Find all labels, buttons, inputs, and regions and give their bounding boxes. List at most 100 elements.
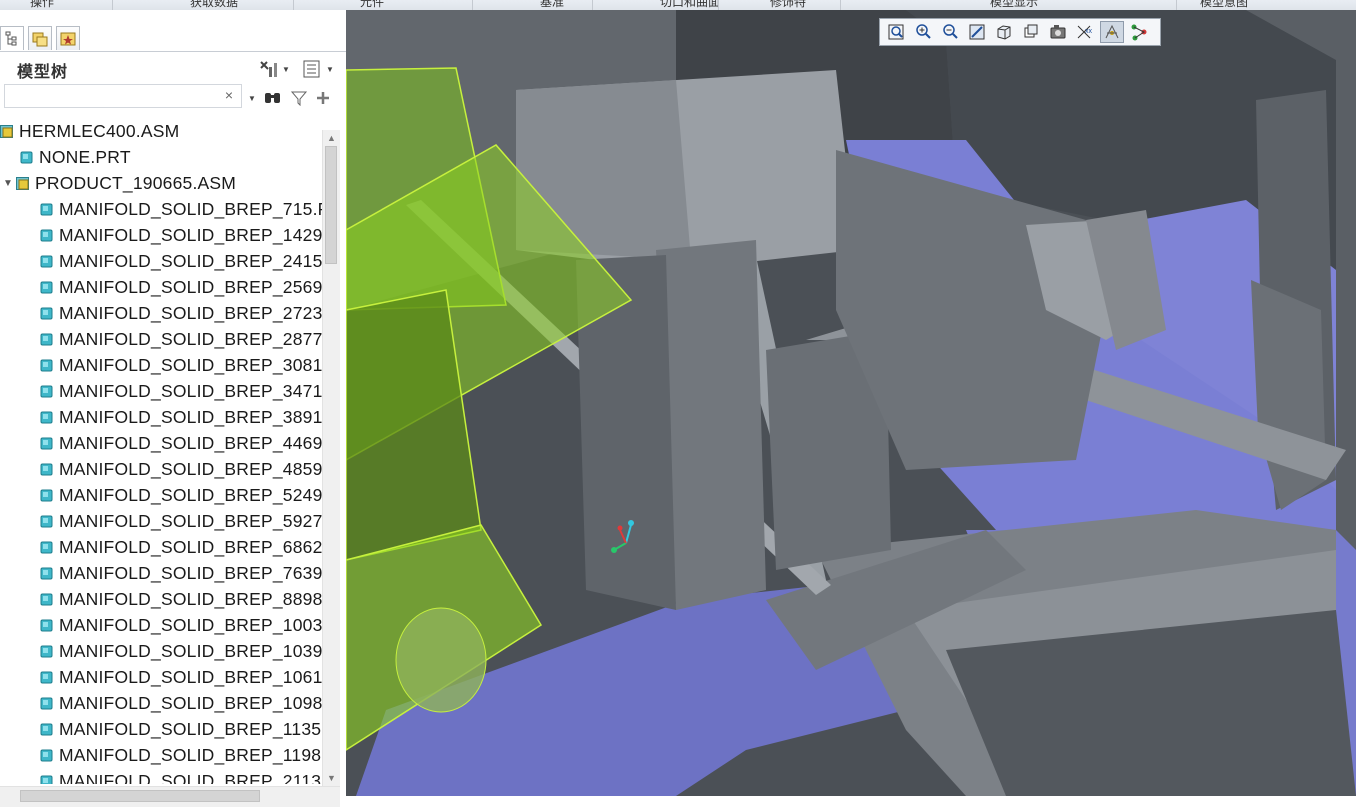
zoom-out-button[interactable] xyxy=(938,21,962,43)
ribbon-separator xyxy=(293,0,294,10)
ribbon-separator xyxy=(840,0,841,10)
part-icon xyxy=(40,489,53,501)
part-icon xyxy=(40,541,53,553)
part-icon xyxy=(20,151,33,163)
ribbon-tab[interactable]: 修饰特 xyxy=(770,0,806,9)
part-icon xyxy=(40,697,53,709)
tree-node[interactable]: MANIFOLD_SOLID_BREP_5927 xyxy=(0,508,322,534)
refit-button[interactable] xyxy=(884,21,908,43)
ribbon-separator xyxy=(112,0,113,10)
ribbon-tab[interactable]: 操作 xyxy=(30,0,54,9)
zoom-in-icon xyxy=(916,24,931,39)
tree-node[interactable]: MANIFOLD_SOLID_BREP_2569 xyxy=(0,274,322,300)
ribbon-separator xyxy=(718,0,719,10)
tree-node[interactable]: MANIFOLD_SOLID_BREP_4469 xyxy=(0,430,322,456)
tree-node[interactable]: MANIFOLD_SOLID_BREP_3471 xyxy=(0,378,322,404)
tree-node[interactable]: MANIFOLD_SOLID_BREP_6862 xyxy=(0,534,322,560)
part-icon xyxy=(40,723,53,735)
tree-node[interactable]: MANIFOLD_SOLID_BREP_4859 xyxy=(0,456,322,482)
tree-node[interactable]: MANIFOLD_SOLID_BREP_1429 xyxy=(0,222,322,248)
zoom-in-button[interactable] xyxy=(911,21,935,43)
part-icon xyxy=(40,307,53,319)
repaint-button[interactable] xyxy=(965,21,989,43)
scrollbar-thumb[interactable] xyxy=(20,790,260,802)
saved-orientations-icon xyxy=(1024,24,1038,38)
chevron-down-icon: ▼ xyxy=(282,64,290,74)
tree-node[interactable]: MANIFOLD_SOLID_BREP_3081 xyxy=(0,352,322,378)
tree-show-dropdown[interactable]: ▼ xyxy=(302,58,334,80)
tree-node[interactable]: NONE.PRT xyxy=(0,144,322,170)
tab-folder-browser[interactable] xyxy=(28,26,52,50)
ribbon-separator xyxy=(472,0,473,10)
search-options-chevron-icon[interactable]: ▼ xyxy=(248,94,256,103)
tree-search-input[interactable]: × xyxy=(4,84,242,108)
navigator-tabs xyxy=(0,24,346,52)
tree-node[interactable]: MANIFOLD_SOLID_BREP_7639 xyxy=(0,560,322,586)
part-icon xyxy=(40,593,53,605)
folder-browser-icon xyxy=(32,32,48,46)
tree-node[interactable]: MANIFOLD_SOLID_BREP_2877 xyxy=(0,326,322,352)
tree-node-label: MANIFOLD_SOLID_BREP_4859 xyxy=(59,458,322,479)
ribbon-tab[interactable]: 切口和曲面 xyxy=(660,0,720,9)
tab-favorites[interactable] xyxy=(56,26,80,50)
tree-node[interactable]: MANIFOLD_SOLID_BREP_1061 xyxy=(0,664,322,690)
ribbon-tab[interactable]: 获取数据 xyxy=(190,0,238,9)
tree-node-label: MANIFOLD_SOLID_BREP_1003 xyxy=(59,614,322,635)
ribbon-tab[interactable]: 模型意图 xyxy=(1200,0,1248,9)
tree-node-label: MANIFOLD_SOLID_BREP_5927 xyxy=(59,510,322,531)
zoom-out-icon xyxy=(943,24,958,39)
tree-node[interactable]: ▼ PRODUCT_190665.ASM xyxy=(0,170,322,196)
tree-node-label: MANIFOLD_SOLID_BREP_2723 xyxy=(59,302,322,323)
tree-node[interactable]: MANIFOLD_SOLID_BREP_5249 xyxy=(0,482,322,508)
model-tree-title: 模型树 xyxy=(17,64,69,81)
scroll-down-icon[interactable]: ▼ xyxy=(323,770,340,786)
datum-display-button[interactable]: xx xyxy=(1073,21,1097,43)
display-style-icon xyxy=(997,25,1011,40)
tree-horizontal-scrollbar[interactable] xyxy=(0,786,340,807)
tree-node[interactable]: MANIFOLD_SOLID_BREP_2723 xyxy=(0,300,322,326)
tree-vertical-scrollbar[interactable]: ▲ ▼ xyxy=(322,130,340,786)
clear-search-icon[interactable]: × xyxy=(225,87,233,103)
find-icon[interactable] xyxy=(264,90,282,106)
tree-node[interactable]: MANIFOLD_SOLID_BREP_2415 xyxy=(0,248,322,274)
model-tree-icon xyxy=(5,31,17,45)
tree-node[interactable]: MANIFOLD_SOLID_BREP_1039 xyxy=(0,638,322,664)
tree-node[interactable]: MANIFOLD_SOLID_BREP_3891 xyxy=(0,404,322,430)
tree-node[interactable]: MANIFOLD_SOLID_BREP_1198 xyxy=(0,742,322,768)
ribbon-tab[interactable]: 基准 xyxy=(540,0,564,9)
tree-node[interactable]: MANIFOLD_SOLID_BREP_1098 xyxy=(0,690,322,716)
tab-model-tree[interactable] xyxy=(0,26,24,50)
tree-node[interactable]: HERMLEC400.ASM xyxy=(0,120,322,144)
saved-orientations-button[interactable] xyxy=(1019,21,1043,43)
tree-node[interactable]: MANIFOLD_SOLID_BREP_715.P xyxy=(0,196,322,222)
favorites-icon xyxy=(60,32,76,45)
view-manager-button[interactable] xyxy=(1046,21,1070,43)
tree-node[interactable]: MANIFOLD_SOLID_BREP_1135 xyxy=(0,716,322,742)
cad-model-render[interactable] xyxy=(346,10,1356,796)
scroll-up-icon[interactable]: ▲ xyxy=(323,130,340,146)
tree-node-label: MANIFOLD_SOLID_BREP_4469 xyxy=(59,432,322,453)
tree-node-label: MANIFOLD_SOLID_BREP_2569 xyxy=(59,276,322,297)
part-icon xyxy=(40,671,53,683)
display-style-button[interactable] xyxy=(992,21,1016,43)
expand-arrow-icon[interactable]: ▼ xyxy=(2,178,14,189)
tree-node-label: MANIFOLD_SOLID_BREP_6862 xyxy=(59,536,322,557)
tree-node[interactable]: MANIFOLD_SOLID_BREP_8898 xyxy=(0,586,322,612)
annotation-display-icon xyxy=(1131,24,1147,41)
tree-node-label: HERMLEC400.ASM xyxy=(19,120,180,141)
part-icon xyxy=(40,411,53,423)
tree-node[interactable]: MANIFOLD_SOLID_BREP_1003 xyxy=(0,612,322,638)
filter-icon[interactable] xyxy=(290,90,308,106)
tree-settings-dropdown[interactable]: ▼ xyxy=(258,58,290,80)
tree-node-label: MANIFOLD_SOLID_BREP_1429 xyxy=(59,224,322,245)
assembly-icon xyxy=(16,176,29,190)
add-icon[interactable] xyxy=(316,91,330,105)
graphics-viewport[interactable]: xx xyxy=(346,10,1356,796)
annotation-display-button[interactable] xyxy=(1127,21,1151,43)
tree-node[interactable]: MANIFOLD_SOLID_BREP_2113 xyxy=(0,768,322,784)
scrollbar-thumb[interactable] xyxy=(325,146,337,264)
tree-node-label: MANIFOLD_SOLID_BREP_1135 xyxy=(59,718,322,739)
ribbon-tab[interactable]: 元件 xyxy=(360,0,384,9)
spin-center-button[interactable] xyxy=(1100,21,1124,43)
ribbon-tab[interactable]: 模型显示 xyxy=(990,0,1038,9)
